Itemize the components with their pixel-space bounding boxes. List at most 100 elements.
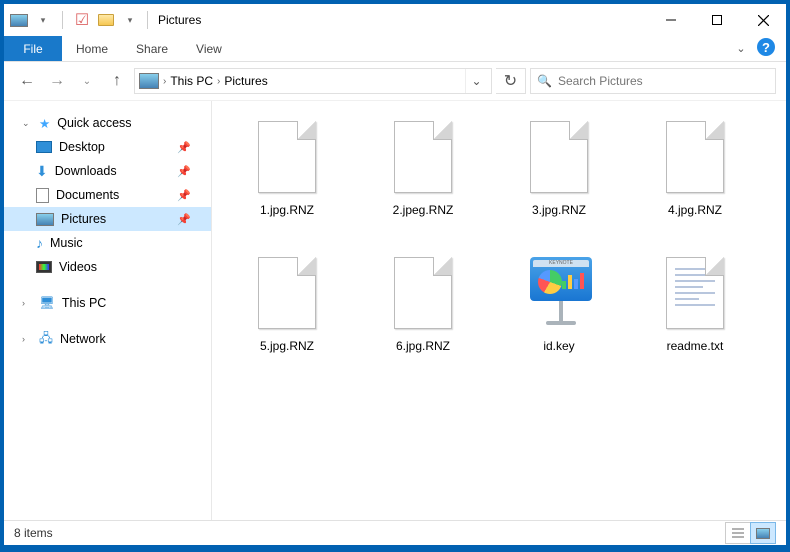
- file-name: 1.jpg.RNZ: [260, 203, 314, 217]
- chevron-right-icon[interactable]: ›: [163, 76, 166, 87]
- search-icon: 🔍: [537, 74, 552, 88]
- documents-icon: [36, 188, 49, 203]
- sidebar-item-pictures[interactable]: Pictures 📌: [4, 207, 211, 231]
- tab-view[interactable]: View: [182, 36, 236, 61]
- quick-access-toolbar: ▾ ☑ ▾: [8, 9, 141, 31]
- file-item[interactable]: KEYNOTE id.key: [494, 251, 624, 381]
- file-name: 3.jpg.RNZ: [532, 203, 586, 217]
- recent-locations-icon[interactable]: ⌄: [74, 68, 100, 94]
- breadcrumb-segment[interactable]: Pictures: [224, 74, 267, 88]
- address-dropdown-icon[interactable]: ⌄: [465, 69, 487, 93]
- file-name: 5.jpg.RNZ: [260, 339, 314, 353]
- sidebar-item-label: Music: [50, 236, 83, 250]
- music-icon: ♪: [36, 235, 43, 251]
- sidebar-item-downloads[interactable]: ⬇ Downloads 📌: [4, 159, 211, 183]
- blank-file-icon: [389, 257, 457, 333]
- sidebar-item-documents[interactable]: Documents 📌: [4, 183, 211, 207]
- location-icon: [139, 73, 159, 89]
- sidebar-item-label: Downloads: [55, 164, 117, 178]
- new-folder-icon[interactable]: [95, 9, 117, 31]
- blank-file-icon: [525, 121, 593, 197]
- file-list[interactable]: 1.jpg.RNZ 2.jpeg.RNZ 3.jpg.RNZ 4.jpg.RNZ 5.j…: [212, 101, 786, 520]
- pin-icon: 📌: [177, 213, 191, 226]
- navigation-pane: ⌄ ★ Quick access Desktop 📌 ⬇ Downloads 📌…: [4, 101, 212, 520]
- window-title: Pictures: [158, 13, 201, 27]
- sidebar-item-desktop[interactable]: Desktop 📌: [4, 135, 211, 159]
- sidebar-item-label: Documents: [56, 188, 119, 202]
- sidebar-item-label: Pictures: [61, 212, 106, 226]
- svg-text:?: ?: [762, 40, 770, 55]
- search-input[interactable]: [558, 74, 769, 88]
- address-bar[interactable]: › This PC › Pictures ⌄: [134, 68, 492, 94]
- quick-access-header[interactable]: ⌄ ★ Quick access: [4, 111, 211, 135]
- file-menu[interactable]: File: [4, 36, 62, 61]
- sidebar-item-music[interactable]: ♪ Music: [4, 231, 211, 255]
- search-box[interactable]: 🔍: [530, 68, 776, 94]
- pc-icon: 🖥: [39, 296, 55, 311]
- ribbon-expand-icon[interactable]: ⌄: [726, 36, 756, 61]
- file-item[interactable]: 5.jpg.RNZ: [222, 251, 352, 381]
- main-area: ⌄ ★ Quick access Desktop 📌 ⬇ Downloads 📌…: [4, 100, 786, 520]
- sidebar-item-label: Videos: [59, 260, 97, 274]
- expand-icon[interactable]: ›: [22, 298, 32, 308]
- file-item[interactable]: 1.jpg.RNZ: [222, 115, 352, 245]
- network-header[interactable]: › 🖧 Network: [4, 327, 211, 351]
- file-name: 4.jpg.RNZ: [668, 203, 722, 217]
- help-button[interactable]: ?: [756, 37, 780, 61]
- item-count: 8 items: [14, 526, 53, 540]
- chevron-right-icon[interactable]: ›: [217, 76, 220, 87]
- properties-icon[interactable]: ☑: [71, 9, 93, 31]
- file-item[interactable]: 2.jpeg.RNZ: [358, 115, 488, 245]
- sidebar-item-videos[interactable]: Videos: [4, 255, 211, 279]
- blank-file-icon: [253, 257, 321, 333]
- pin-icon: 📌: [177, 189, 191, 202]
- tab-home[interactable]: Home: [62, 36, 122, 61]
- keynote-file-icon: KEYNOTE: [525, 257, 593, 333]
- videos-icon: [36, 261, 52, 273]
- this-pc-label: This PC: [62, 296, 106, 310]
- details-view-button[interactable]: [725, 522, 751, 544]
- file-name: 6.jpg.RNZ: [396, 339, 450, 353]
- qat-customize-icon[interactable]: ▾: [119, 9, 141, 31]
- explorer-window: ▾ ☑ ▾ Pictures File Home Share View ⌄ ? …: [3, 3, 787, 546]
- downloads-icon: ⬇: [36, 163, 48, 180]
- icons-view-button[interactable]: [750, 522, 776, 544]
- back-button[interactable]: ←: [14, 68, 40, 94]
- status-bar: 8 items: [4, 520, 786, 545]
- text-file-icon: [661, 257, 729, 333]
- pin-icon: 📌: [177, 141, 191, 154]
- maximize-button[interactable]: [694, 5, 740, 35]
- pictures-icon: [36, 213, 54, 226]
- network-label: Network: [60, 332, 106, 346]
- blank-file-icon: [389, 121, 457, 197]
- title-bar: ▾ ☑ ▾ Pictures: [4, 4, 786, 36]
- collapse-icon[interactable]: ⌄: [22, 118, 32, 129]
- file-item[interactable]: 3.jpg.RNZ: [494, 115, 624, 245]
- pin-icon: 📌: [177, 165, 191, 178]
- file-name: readme.txt: [667, 339, 724, 353]
- close-button[interactable]: [740, 5, 786, 35]
- this-pc-header[interactable]: › 🖥 This PC: [4, 291, 211, 315]
- sidebar-item-label: Desktop: [59, 140, 105, 154]
- quick-access-label: Quick access: [57, 116, 131, 130]
- blank-file-icon: [253, 121, 321, 197]
- minimize-button[interactable]: [648, 5, 694, 35]
- file-item[interactable]: 6.jpg.RNZ: [358, 251, 488, 381]
- star-icon: ★: [39, 116, 50, 131]
- up-button[interactable]: ↑: [104, 68, 130, 94]
- tab-share[interactable]: Share: [122, 36, 182, 61]
- navigation-bar: ← → ⌄ ↑ › This PC › Pictures ⌄ ↻ 🔍: [4, 62, 786, 100]
- network-icon: 🖧: [39, 329, 53, 350]
- ribbon: File Home Share View ⌄ ?: [4, 36, 786, 62]
- file-item[interactable]: readme.txt: [630, 251, 760, 381]
- breadcrumb-segment[interactable]: This PC: [170, 74, 213, 88]
- refresh-button[interactable]: ↻: [496, 68, 526, 94]
- file-name: 2.jpeg.RNZ: [393, 203, 454, 217]
- desktop-icon: [36, 141, 52, 153]
- file-item[interactable]: 4.jpg.RNZ: [630, 115, 760, 245]
- file-name: id.key: [543, 339, 574, 353]
- app-icon: [8, 9, 30, 31]
- qat-dropdown-icon[interactable]: ▾: [32, 9, 54, 31]
- forward-button[interactable]: →: [44, 68, 70, 94]
- expand-icon[interactable]: ›: [22, 334, 32, 344]
